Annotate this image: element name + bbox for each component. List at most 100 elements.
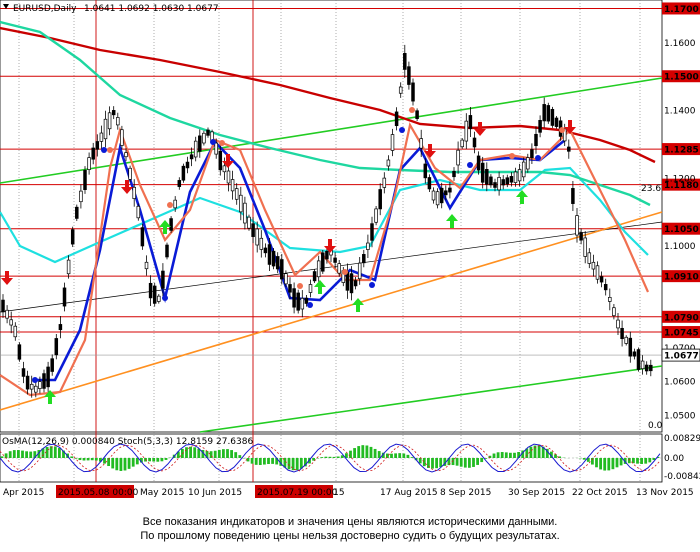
candle-body[interactable] bbox=[177, 180, 182, 187]
candle-body[interactable] bbox=[292, 288, 296, 308]
candle-body[interactable] bbox=[9, 319, 13, 326]
candle-body[interactable] bbox=[542, 104, 546, 122]
candle-body[interactable] bbox=[583, 237, 587, 257]
candle-body[interactable] bbox=[325, 251, 329, 260]
chart-area[interactable]: EURUSD,Daily 1.0641 1.0692 1.0630 1.0677… bbox=[0, 0, 700, 500]
candle-body[interactable] bbox=[42, 373, 46, 389]
candle-body[interactable] bbox=[472, 137, 477, 148]
candle-body[interactable] bbox=[230, 179, 235, 192]
candle-body[interactable] bbox=[58, 324, 63, 331]
candle-body[interactable] bbox=[308, 284, 313, 293]
candle-body[interactable] bbox=[79, 190, 83, 203]
candle-body[interactable] bbox=[140, 227, 145, 247]
candle-body[interactable] bbox=[513, 171, 518, 183]
candle-body[interactable] bbox=[403, 53, 407, 70]
candle-body[interactable] bbox=[485, 168, 489, 185]
candle-body[interactable] bbox=[353, 280, 358, 287]
candle-body[interactable] bbox=[407, 66, 411, 85]
candle-body[interactable] bbox=[509, 176, 514, 183]
candle-body[interactable] bbox=[603, 284, 608, 291]
candle-body[interactable] bbox=[29, 383, 34, 390]
candle-body[interactable] bbox=[161, 270, 165, 289]
candle-body[interactable] bbox=[234, 188, 239, 200]
candle-body[interactable] bbox=[620, 327, 624, 340]
candle-body[interactable] bbox=[54, 338, 59, 356]
candle-body[interactable] bbox=[255, 228, 259, 246]
candle-body[interactable] bbox=[214, 142, 218, 155]
candle-body[interactable] bbox=[46, 366, 50, 388]
candle-body[interactable] bbox=[530, 149, 534, 159]
candle-body[interactable] bbox=[75, 206, 79, 219]
candle-body[interactable] bbox=[1, 299, 5, 313]
candle-body[interactable] bbox=[480, 162, 485, 183]
candle-body[interactable] bbox=[144, 261, 149, 270]
candle-body[interactable] bbox=[493, 182, 497, 188]
candle-body[interactable] bbox=[501, 179, 505, 186]
candle-body[interactable] bbox=[165, 244, 169, 258]
candle-body[interactable] bbox=[608, 297, 612, 302]
candle-body[interactable] bbox=[649, 364, 653, 372]
candle-body[interactable] bbox=[34, 385, 38, 393]
candle-body[interactable] bbox=[157, 295, 161, 302]
candle-body[interactable] bbox=[259, 237, 264, 250]
candle-body[interactable] bbox=[595, 265, 600, 280]
candle-body[interactable] bbox=[616, 319, 620, 329]
candle-body[interactable] bbox=[50, 358, 54, 372]
candle-body[interactable] bbox=[366, 242, 370, 250]
candle-body[interactable] bbox=[198, 135, 202, 152]
candle-body[interactable] bbox=[288, 284, 292, 293]
candle-body[interactable] bbox=[448, 187, 452, 193]
candle-body[interactable] bbox=[132, 186, 136, 199]
candle-body[interactable] bbox=[226, 170, 231, 184]
candle-body[interactable] bbox=[624, 336, 628, 344]
candle-body[interactable] bbox=[300, 297, 305, 310]
candle-body[interactable] bbox=[103, 118, 108, 140]
candle-body[interactable] bbox=[476, 155, 481, 171]
candle-body[interactable] bbox=[612, 307, 616, 317]
candle-body[interactable] bbox=[431, 190, 436, 201]
candle-body[interactable] bbox=[370, 223, 374, 241]
candle-body[interactable] bbox=[222, 165, 227, 173]
candle-body[interactable] bbox=[415, 110, 419, 119]
candle-body[interactable] bbox=[316, 260, 321, 278]
candle-body[interactable] bbox=[378, 189, 382, 210]
candle-body[interactable] bbox=[193, 140, 198, 158]
candle-body[interactable] bbox=[444, 190, 448, 196]
candle-body[interactable] bbox=[91, 147, 95, 160]
candle-body[interactable] bbox=[173, 199, 177, 209]
candle-body[interactable] bbox=[374, 208, 378, 223]
candle-body[interactable] bbox=[120, 129, 124, 146]
candle-body[interactable] bbox=[521, 161, 526, 178]
candle-body[interactable] bbox=[271, 250, 276, 267]
candle-body[interactable] bbox=[571, 188, 575, 204]
candle-body[interactable] bbox=[333, 257, 337, 263]
chart-canvas[interactable]: EURUSD,Daily 1.0641 1.0692 1.0630 1.0677… bbox=[0, 0, 700, 500]
candle-body[interactable] bbox=[591, 261, 596, 270]
candle-body[interactable] bbox=[423, 163, 428, 179]
candle-body[interactable] bbox=[116, 117, 120, 126]
candle-body[interactable] bbox=[152, 285, 157, 304]
candle-body[interactable] bbox=[275, 256, 280, 270]
candle-body[interactable] bbox=[468, 115, 473, 129]
candle-body[interactable] bbox=[17, 344, 22, 360]
candle-body[interactable] bbox=[427, 177, 432, 190]
candle-body[interactable] bbox=[460, 139, 464, 148]
candle-body[interactable] bbox=[107, 112, 112, 130]
candle-body[interactable] bbox=[128, 167, 132, 180]
candle-body[interactable] bbox=[181, 165, 186, 181]
candle-body[interactable] bbox=[206, 129, 210, 136]
candle-body[interactable] bbox=[554, 117, 559, 127]
candle-body[interactable] bbox=[362, 254, 366, 264]
candle-body[interactable] bbox=[38, 381, 42, 389]
candle-body[interactable] bbox=[394, 111, 399, 127]
candle-body[interactable] bbox=[534, 133, 538, 147]
candle-body[interactable] bbox=[386, 159, 391, 167]
candle-body[interactable] bbox=[169, 218, 173, 231]
candle-body[interactable] bbox=[550, 108, 555, 126]
candle-body[interactable] bbox=[66, 259, 71, 275]
candle-body[interactable] bbox=[489, 176, 493, 186]
candle-body[interactable] bbox=[124, 152, 128, 158]
candle-body[interactable] bbox=[419, 138, 423, 149]
candle-body[interactable] bbox=[25, 375, 30, 390]
candle-body[interactable] bbox=[464, 120, 469, 142]
